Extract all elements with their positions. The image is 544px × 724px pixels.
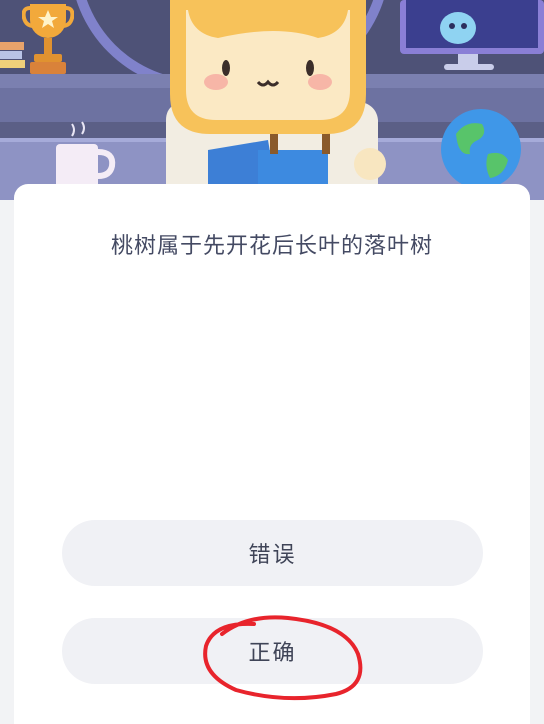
- trophy-icon: [22, 4, 74, 74]
- monitor-icon: [400, 0, 544, 70]
- mascot-illustration: [166, 0, 386, 200]
- answer-false-button[interactable]: 错误: [62, 520, 483, 586]
- globe-icon: [441, 109, 521, 189]
- answer-true-button[interactable]: 正确: [62, 618, 483, 684]
- mug-icon: [56, 121, 116, 190]
- header-illustration: [0, 0, 544, 200]
- alien-icon: [440, 12, 476, 44]
- question-text: 桃树属于先开花后长叶的落叶树: [110, 234, 433, 259]
